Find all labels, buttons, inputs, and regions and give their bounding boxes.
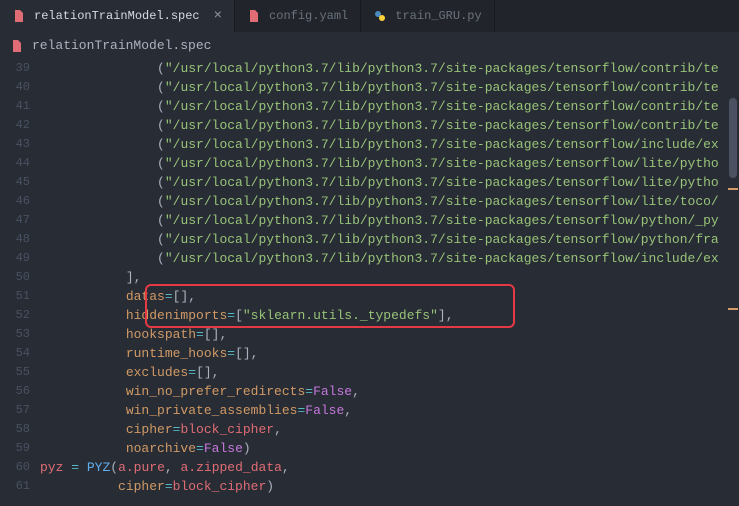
editor-area[interactable]: 3940414243444546474849505152535455565758… <box>0 59 739 506</box>
breadcrumb-filename: relationTrainModel.spec <box>32 38 211 53</box>
tab-train-gru[interactable]: train_GRU.py <box>361 0 494 32</box>
close-icon[interactable]: × <box>208 8 222 24</box>
file-icon <box>10 39 24 53</box>
scroll-marker <box>728 188 738 190</box>
scrollbar-thumb[interactable] <box>729 98 737 178</box>
file-icon <box>247 9 261 23</box>
tab-config[interactable]: config.yaml <box>235 0 361 32</box>
scroll-marker <box>728 308 738 310</box>
vertical-scrollbar[interactable] <box>727 58 739 505</box>
python-icon <box>373 9 387 23</box>
breadcrumb: relationTrainModel.spec <box>0 32 739 59</box>
line-gutter: 3940414243444546474849505152535455565758… <box>0 59 40 506</box>
tab-label: relationTrainModel.spec <box>34 9 200 23</box>
code-content[interactable]: ("/usr/local/python3.7/lib/python3.7/sit… <box>40 59 739 506</box>
tab-relationtrainmodel[interactable]: relationTrainModel.spec × <box>0 0 235 32</box>
file-icon <box>12 9 26 23</box>
tab-label: train_GRU.py <box>395 9 481 23</box>
tab-label: config.yaml <box>269 9 348 23</box>
editor-tabs: relationTrainModel.spec × config.yaml tr… <box>0 0 739 32</box>
